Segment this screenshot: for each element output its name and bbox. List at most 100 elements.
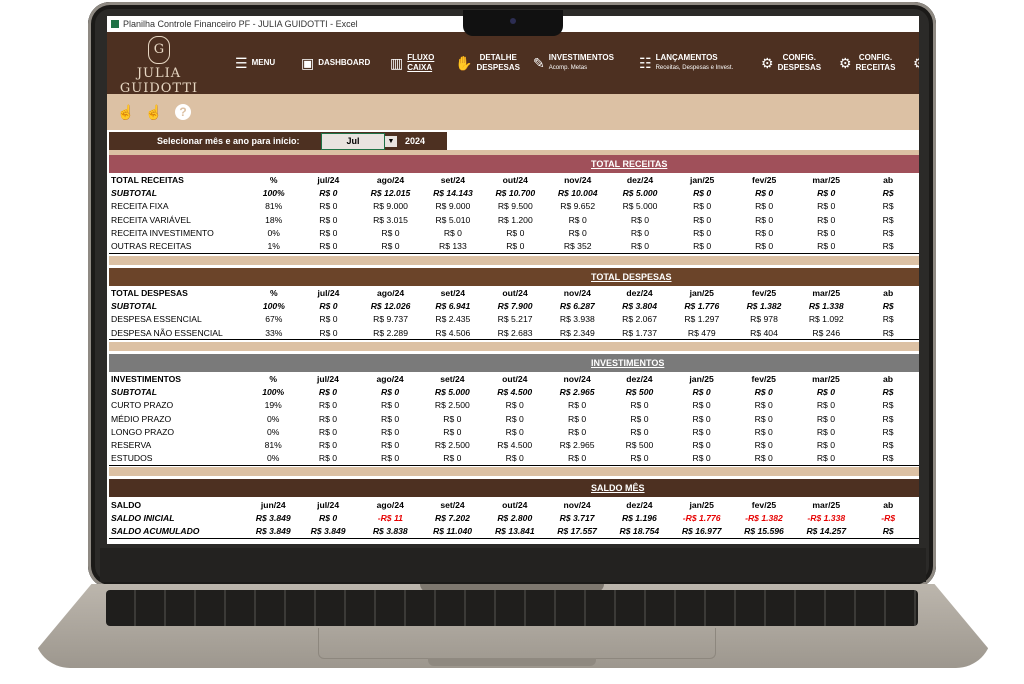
table-cell[interactable]: R$ 14.143 [422,186,484,199]
table-cell[interactable]: R$ 404 [733,326,795,340]
table-cell[interactable]: 0% [249,425,296,438]
table-cell[interactable]: R$ 0 [795,399,857,412]
table-cell[interactable]: R$ 0 [297,239,359,253]
table-cell[interactable]: R$ 18.754 [608,525,670,539]
table-cell[interactable]: R$ [857,299,919,312]
table-cell[interactable]: DESPESA ESSENCIAL [109,313,250,326]
table-cell[interactable]: RECEITA VARIÁVEL [109,213,250,226]
table-cell[interactable]: R$ 0 [733,438,795,451]
table-cell[interactable]: mar/25 [795,372,857,385]
table-cell[interactable]: R$ 0 [421,425,483,438]
table-cell[interactable]: ago/24 [359,372,421,385]
table-cell[interactable]: R$ 0 [608,425,670,438]
table-cell[interactable]: 100% [249,385,296,398]
table-cell[interactable]: set/24 [422,173,484,186]
table-cell[interactable]: R$ 0 [795,438,857,451]
table-cell[interactable]: 18% [250,213,297,226]
table-cell[interactable]: R$ 0 [484,399,546,412]
table-cell[interactable]: jan/25 [671,498,733,511]
config-receitas-button[interactable]: ⚙ CONFIG. RECEITAS [839,32,895,94]
table-cell[interactable]: ago/24 [359,286,421,299]
table-cell[interactable]: R$ 0 [671,438,733,451]
table-cell[interactable]: R$ 0 [484,412,546,425]
table-cell[interactable]: ab [857,286,919,299]
table-cell[interactable]: R$ [857,425,919,438]
table-cell[interactable]: R$ 9.000 [359,200,421,213]
table-cell[interactable]: R$ 0 [671,452,733,466]
table-cell[interactable]: 81% [249,438,296,451]
table-cell[interactable]: ab [857,372,919,385]
table-cell[interactable]: R$ 0 [733,213,795,226]
table-cell[interactable]: out/24 [484,372,546,385]
table-cell[interactable]: R$ 0 [421,452,483,466]
gear-icon[interactable]: ⚙ [913,32,919,94]
table-cell[interactable]: R$ 2.289 [359,326,421,340]
table-cell[interactable]: R$ [857,412,919,425]
table-cell[interactable]: dez/24 [609,173,671,186]
table-cell[interactable]: dez/24 [608,498,670,511]
table-cell[interactable]: R$ [857,313,919,326]
table-cell[interactable]: out/24 [484,286,546,299]
table-cell[interactable]: nov/24 [546,173,608,186]
table-cell[interactable]: R$ 2.965 [546,385,608,398]
table-cell[interactable]: R$ 0 [298,326,360,340]
dashboard-button[interactable]: ▣ DASHBOARD [301,32,370,94]
table-cell[interactable]: R$ 0 [297,425,359,438]
table-cell[interactable]: R$ 0 [359,239,421,253]
table-cell[interactable]: R$ 0 [733,239,795,253]
table-cell[interactable]: R$ 0 [298,299,360,312]
table-cell[interactable]: R$ 0 [297,452,359,466]
table-cell[interactable]: jan/25 [671,372,733,385]
table-cell[interactable]: nov/24 [546,498,608,511]
table-cell[interactable]: R$ 0 [297,385,359,398]
table-cell[interactable]: R$ 7.202 [421,511,483,524]
investimentos-button[interactable]: ✎ INVESTIMENTOS Acomp. Metas [533,32,614,94]
table-cell[interactable]: R$ 479 [671,326,733,340]
table-cell[interactable]: R$ 3.804 [608,299,670,312]
table-cell[interactable]: % [250,286,297,299]
table-cell[interactable]: R$ 6.287 [546,299,608,312]
table-cell[interactable]: R$ 2.500 [421,399,483,412]
table-cell[interactable]: 19% [249,399,296,412]
table-cell[interactable]: R$ 500 [608,385,670,398]
table-cell[interactable]: 100% [250,299,297,312]
table-cell[interactable]: R$ 0 [795,213,857,226]
table-cell[interactable]: MÉDIO PRAZO [109,412,249,425]
table-cell[interactable]: R$ 3.849 [249,511,297,524]
table-cell[interactable]: R$ 11.040 [421,525,483,539]
table-cell[interactable]: R$ [857,186,919,199]
table-cell[interactable]: R$ 12.026 [359,299,421,312]
table-cell[interactable]: R$ 9.652 [546,200,608,213]
table-cell[interactable]: R$ 0 [297,186,359,199]
table-cell[interactable]: R$ 0 [795,239,857,253]
table-cell[interactable]: R$ 1.737 [608,326,670,340]
menu-button[interactable]: ☰ MENU [235,32,275,94]
table-cell[interactable]: R$ 1.297 [671,313,733,326]
table-cell[interactable]: 67% [250,313,297,326]
table-cell[interactable]: R$ [857,239,919,253]
table-cell[interactable]: R$ 0 [421,412,483,425]
chevron-down-icon[interactable]: ▼ [385,136,397,147]
table-cell[interactable]: 100% [250,186,297,199]
table-cell[interactable]: R$ 0 [484,425,546,438]
table-cell[interactable]: fev/25 [733,173,795,186]
table-cell[interactable]: mar/25 [795,498,857,511]
table-cell[interactable]: R$ 17.557 [546,525,608,539]
table-cell[interactable]: -R$ [857,511,919,524]
table-cell[interactable]: R$ [857,200,919,213]
table-cell[interactable]: R$ 0 [671,213,733,226]
table-cell[interactable]: R$ 7.900 [484,299,546,312]
table-cell[interactable]: out/24 [484,498,546,511]
table-cell[interactable]: R$ 1.338 [795,299,857,312]
table-cell[interactable]: R$ 14.257 [795,525,857,539]
table-cell[interactable]: R$ 0 [733,452,795,466]
table-cell[interactable]: R$ 1.092 [795,313,857,326]
table-cell[interactable]: jul/24 [297,498,359,511]
table-cell[interactable]: R$ 12.015 [359,186,421,199]
table-cell[interactable]: R$ 1.196 [608,511,670,524]
table-cell[interactable]: -R$ 1.382 [733,511,795,524]
table-cell[interactable]: R$ 0 [795,186,857,199]
table-cell[interactable]: 0% [249,412,296,425]
table-cell[interactable]: R$ 2.683 [484,326,546,340]
table-cell[interactable]: 0% [250,226,297,239]
